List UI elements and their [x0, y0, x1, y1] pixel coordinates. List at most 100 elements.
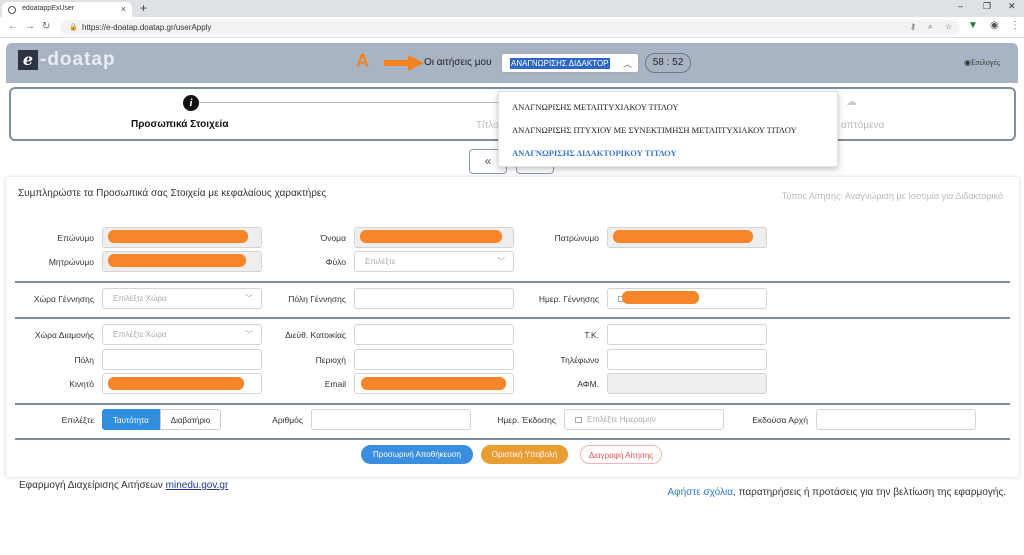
- section-divider: [15, 281, 1010, 283]
- calendar-icon: [575, 416, 582, 423]
- reload-icon[interactable]: ↻: [42, 21, 50, 32]
- logo-text: -doatap: [40, 49, 116, 70]
- menu-icon[interactable]: ⋮: [1010, 20, 1020, 31]
- new-tab-button[interactable]: +: [140, 1, 147, 15]
- address-label: Διεύθ. Κατοικίας: [285, 330, 346, 340]
- star-icon[interactable]: ☆: [945, 22, 952, 31]
- id-number-label: Αριθμός: [272, 415, 303, 425]
- browser-tab-bar: edoatappExUser × + – ❐ ✕: [0, 0, 1024, 17]
- birth-city-field[interactable]: [354, 288, 514, 309]
- redaction: [108, 254, 246, 267]
- close-tab-icon[interactable]: ×: [121, 4, 126, 14]
- id-type-toggle: Ταυτότητα Διαβατήριο: [102, 409, 222, 430]
- afm-label: ΑΦΜ.: [577, 379, 599, 389]
- logo-mark: e: [18, 50, 38, 70]
- minedu-link[interactable]: minedu.gov.gr: [166, 480, 229, 491]
- region-field[interactable]: [354, 349, 514, 370]
- application-type: Τύπος Αίτησης: Αναγνώριση με Ισοτιμία γι…: [781, 191, 1003, 201]
- id-number-field[interactable]: [311, 409, 471, 430]
- save-draft-button[interactable]: Προσωρινή Αποθήκευση: [361, 445, 473, 464]
- issue-date-label: Ημερ. Έκδοσης: [497, 415, 556, 425]
- options-menu[interactable]: ◉Επιλογές: [964, 58, 1000, 67]
- lock-icon: 🔒: [69, 24, 78, 31]
- phone-label: Τηλέφωνο: [560, 355, 599, 365]
- globe-icon: [8, 6, 16, 14]
- afm-field: [607, 373, 767, 394]
- passport-option[interactable]: Διαβατήριο: [159, 409, 222, 430]
- browser-tab[interactable]: edoatappExUser ×: [2, 2, 132, 17]
- dropdown-option-selected[interactable]: ΑΝΑΓΝΩΡΙΣΗΣ ΔΙΔΑΚΤΟΡΙΚΟΥ ΤΙΤΛΟΥ: [512, 148, 677, 158]
- back-icon[interactable]: ←: [8, 21, 18, 32]
- issuing-authority-label: Εκδούσα Αρχή: [752, 415, 808, 425]
- redaction: [360, 230, 502, 243]
- footer-left: Εφαρμογή Διαχείρισης Αιτήσεων minedu.gov…: [19, 480, 228, 491]
- chevron-up-icon: ︿: [622, 59, 632, 69]
- upload-cloud-icon: ☁: [846, 96, 857, 108]
- issue-date-placeholder: Επιλέξτε Ημερομην: [587, 415, 656, 424]
- section-divider: [15, 403, 1010, 405]
- final-submit-button[interactable]: Οριστική Υποβολή: [481, 445, 568, 464]
- session-timer: 58 : 52: [645, 53, 691, 73]
- account-icon[interactable]: ◉: [990, 20, 999, 31]
- gender-select[interactable]: Επιλέξτε ﹀: [354, 251, 514, 272]
- feedback-text: , παρατηρήσεις ή προτάσεις για την βελτί…: [733, 487, 1006, 498]
- birth-city-label: Πόλη Γέννησης: [288, 294, 346, 304]
- minimize-button[interactable]: –: [958, 1, 963, 11]
- feedback-link[interactable]: Αφήστε σχόλια: [667, 487, 733, 498]
- mobile-label: Κινητό: [69, 379, 94, 389]
- mother-name-label: Μητρώνυμο: [48, 257, 94, 267]
- gender-label: Φύλο: [325, 257, 346, 267]
- delete-application-button[interactable]: Διαγραφή Αίτησης: [580, 445, 662, 464]
- residence-country-label: Χώρα Διαμονής: [34, 330, 94, 340]
- address-field[interactable]: [354, 324, 514, 345]
- phone-field[interactable]: [607, 349, 767, 370]
- personal-details-form: Συμπληρώστε τα Προσωπικά σας Στοιχεία με…: [6, 177, 1019, 477]
- my-applications-label: Οι αιτήσεις μου: [424, 57, 492, 68]
- birth-country-label: Χώρα Γέννησης: [33, 294, 94, 304]
- section-divider: [15, 438, 1010, 440]
- birth-country-select[interactable]: Επιλέξτε Χώρα ﹀: [102, 288, 262, 309]
- forward-icon[interactable]: →: [25, 21, 35, 32]
- region-label: Περιοχή: [315, 355, 346, 365]
- close-window-button[interactable]: ✕: [1008, 1, 1016, 12]
- app-header: e -doatap A Οι αιτήσεις μου ΑΝΑΓΝΩΡΙΣΗΣ …: [6, 43, 1018, 83]
- chevron-down-icon: ﹀: [245, 294, 253, 303]
- birth-country-placeholder: Επιλέξτε Χώρα: [113, 294, 167, 303]
- step-attachments[interactable]: απτόμενα: [841, 120, 884, 131]
- logo[interactable]: e -doatap: [18, 49, 116, 71]
- application-select-value: ΑΝΑΓΝΩΡΙΣΗΣ ΔΙΔΑΚΤΟΡ: [510, 58, 610, 69]
- application-dropdown: ΑΝΑΓΝΩΡΙΣΗΣ ΜΕΤΑΠΤΥΧΙΑΚΟΥ ΤΙΤΛΟΥ ΑΝΑΓΝΩΡ…: [498, 91, 838, 167]
- dropdown-option[interactable]: ΑΝΑΓΝΩΡΙΣΗΣ ΠΤΥΧΙΟΥ ΜΕ ΣΥΝΕΚΤΙΜΗΣΗ ΜΕΤΑΠ…: [512, 125, 797, 135]
- zip-field[interactable]: [607, 324, 767, 345]
- arrow-right-icon: [384, 55, 424, 71]
- footer-app-text: Εφαρμογή Διαχείρισης Αιτήσεων: [19, 480, 163, 491]
- city-field[interactable]: [102, 349, 262, 370]
- residence-country-select[interactable]: Επιλέξτε Χώρα ﹀: [102, 324, 262, 345]
- step-personal-details[interactable]: Προσωπικά Στοιχεία: [131, 119, 228, 130]
- issue-date-field[interactable]: Επιλέξτε Ημερομην: [564, 409, 724, 430]
- gender-placeholder: Επιλέξτε: [365, 257, 396, 266]
- redaction: [361, 377, 506, 390]
- url-field[interactable]: 🔒 https://e-doatap.doatap.gr/userApply ⚷…: [60, 20, 960, 35]
- redaction: [613, 230, 753, 243]
- browser-tab-title: edoatappExUser: [22, 5, 75, 12]
- city-label: Πόλη: [74, 355, 94, 365]
- key-icon[interactable]: ⚷: [910, 22, 916, 31]
- redaction: [108, 230, 248, 243]
- application-select[interactable]: ΑΝΑΓΝΩΡΙΣΗΣ ΔΙΔΑΚΤΟΡ ︿: [501, 53, 639, 73]
- issuing-authority-field[interactable]: [816, 409, 976, 430]
- step-title[interactable]: Τίτλο: [476, 120, 499, 131]
- address-bar-row: ← → ↻ 🔒 https://e-doatap.doatap.gr/userA…: [0, 17, 1024, 38]
- maximize-button[interactable]: ❐: [983, 1, 991, 12]
- step-connector: [199, 102, 499, 103]
- id-card-option[interactable]: Ταυτότητα: [102, 409, 160, 430]
- surname-label: Επώνυμο: [57, 233, 94, 243]
- id-type-label: Επιλέξτε: [61, 415, 94, 425]
- extension-icon[interactable]: ▼: [968, 20, 978, 31]
- chevron-down-icon: ﹀: [497, 257, 505, 266]
- name-label: Όνομα: [320, 233, 346, 243]
- zoom-icon[interactable]: ⌕: [928, 22, 932, 32]
- father-name-label: Πατρώνυμο: [554, 233, 599, 243]
- zip-label: Τ.Κ.: [584, 330, 599, 340]
- dropdown-option[interactable]: ΑΝΑΓΝΩΡΙΣΗΣ ΜΕΤΑΠΤΥΧΙΑΚΟΥ ΤΙΤΛΟΥ: [512, 102, 679, 112]
